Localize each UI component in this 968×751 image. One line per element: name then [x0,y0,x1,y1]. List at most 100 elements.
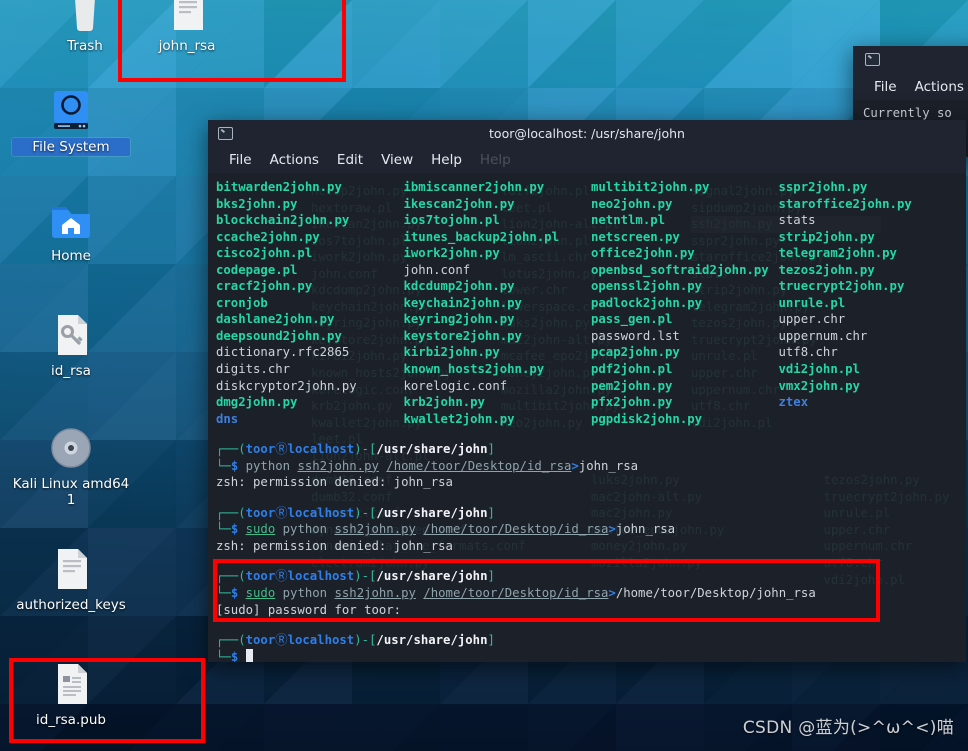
drive-icon [47,86,95,134]
menu-item-file[interactable]: File [865,77,906,97]
menu-item-actions[interactable]: Actions [906,77,968,97]
listing-entry: password.lst [591,328,680,343]
desktop-icon-label: Home [51,248,91,264]
desktop-icon-authorized-keys[interactable]: authorized_keys [12,545,130,613]
desktop-icon-john-rsa[interactable]: john_rsa [128,0,246,54]
command-token: /home/toor/Desktop/id_rsa [423,586,609,601]
desktop-icon-home[interactable]: Home [12,196,130,264]
listing-entry: office2john.py [591,246,695,261]
command-line[interactable]: └─$ sudo python ssh2john.py /home/toor/D… [216,585,966,602]
terminal-command-block: ┌──(toorⓇlocalhost)-[/usr/share/john] └─$… [208,505,966,555]
listing-entry: known_hosts2john.py [403,362,545,377]
command-input[interactable]: └─$ [216,648,966,662]
listing-entry: cronjob [216,295,268,310]
listing-entry: sspr2john.py [778,180,868,194]
terminal-icon [865,53,880,66]
menu-item-actions[interactable]: Actions [261,150,328,170]
listing-column: sspr2john.py staroffice2john.py stats strip… [779,179,967,427]
doc-file-icon [47,660,95,708]
desktop-icon-label: id_rsa.pub [36,712,106,728]
command-output: zsh: permission denied: john_rsa [216,538,453,553]
listing-entry: truecrypt2john.py [778,279,905,294]
secondary-titlebar[interactable] [853,46,968,73]
listing-entry: netntlm.pl [591,213,666,228]
text-file-icon [163,0,211,34]
terminal-output-area[interactable]: hccap2john.py hextoraw.pl ikescan2john.py i… [208,173,966,662]
listing-entry: kdcdump2john.py [403,279,515,294]
command-token: /home/toor/Desktop/id_rsa [386,458,572,473]
listing-entry: iwork2john.py [403,246,500,261]
listing-entry: pgpdisk2john.py [591,411,703,426]
command-token: > [571,458,579,473]
terminal-icon [218,126,233,140]
menu-item-file[interactable]: File [220,150,261,170]
command-line[interactable]: └─$ python ssh2john.py /home/toor/Deskto… [216,458,966,475]
command-token: python [282,586,328,601]
desktop-icon-id-rsa-pub[interactable]: id_rsa.pub [12,660,130,728]
listing-entry: vdi2john.pl [778,362,860,377]
listing-entry: cisco2john.pl [216,246,313,261]
command-token: > [608,522,616,537]
desktop-icon-file-system[interactable]: File System [12,86,130,156]
command-token: ssh2john.py [334,586,416,601]
listing-entry: cracf2john.py [216,279,313,294]
command-line[interactable]: └─$ sudo python ssh2john.py /home/toor/D… [216,521,966,538]
main-terminal-window[interactable]: toor@localhost: /usr/share/john File Act… [208,120,966,662]
desktop-icon-id-rsa[interactable]: id_rsa [12,311,130,379]
terminal-active-prompt[interactable]: ┌──(toorⓇlocalhost)-[/usr/share/john] └─$ [208,632,966,662]
listing-entry: krb2john.py [403,395,485,410]
command-token: john_rsa [615,522,676,537]
command-token: /home/toor/Desktop/id_rsa [423,522,609,537]
listing-entry: multibit2john.py [591,180,710,194]
home-icon [47,196,95,244]
desktop-icon-kali-linux-amd64-1[interactable]: Kali Linux amd64 1 [12,424,130,508]
desktop-icon-label: File System [12,138,130,156]
desktop-icon-trash[interactable]: Trash [26,0,144,54]
listing-entry: upper.chr [778,312,846,327]
listing-entry: stats [778,213,816,228]
listing-entry: ibmiscanner2john.py [403,180,545,194]
listing-entry: openbsd_softraid2john.py [591,262,769,277]
listing-entry: utf8.chr [778,345,838,360]
listing-entry: john.conf [403,262,471,277]
main-titlebar[interactable]: toor@localhost: /usr/share/john [208,120,966,146]
command-history: ┌──(toorⓇlocalhost)-[/usr/share/john] └─$… [208,441,966,662]
listing-entry: keychain2john.py [403,295,522,310]
menu-item-help[interactable]: Help [422,150,471,170]
prompt-line: ┌──(toorⓇlocalhost)-[/usr/share/john] [216,442,495,457]
key-file-icon [47,311,95,359]
command-token: python [245,458,291,473]
listing-entry: openssl2john.py [591,279,703,294]
listing-entry: tezos2john.py [778,262,875,277]
command-token: sudo [245,522,276,537]
trash-icon [61,0,109,34]
listing-entry: neo2john.py [591,196,673,211]
desktop-icon-label: id_rsa [51,363,91,379]
listing-entry: deepsound2john.py [216,328,342,343]
listing-entry: ikescan2john.py [403,196,515,211]
command-token: > [608,586,616,601]
menu-item-view[interactable]: View [372,150,422,170]
listing-entry: ztex [778,395,809,410]
command-token: /home/toor/Desktop/john_rsa [615,586,816,601]
listing-entry: blockchain2john.py [216,213,350,228]
menu-item-edit[interactable]: Edit [328,150,372,170]
listing-column: bitwarden2john.py bks2john.py blockchain2j… [216,179,404,427]
listing-entry: korelogic.conf [403,378,508,393]
listing-entry: ios7tojohn.pl [403,213,500,228]
command-token: john_rsa [578,458,639,473]
listing-entry: keystore2john.py [403,328,522,343]
terminal-command-block-highlighted: ┌──(toorⓇlocalhost)-[/usr/share/john] └─$… [208,568,966,618]
terminal-live-text: bitwarden2john.py bks2john.py blockchain2j… [208,173,966,662]
listing-entry: kirbi2john.py [403,345,500,360]
listing-entry: unrule.pl [778,295,846,310]
secondary-menubar[interactable]: File Actions [853,73,968,100]
listing-column: ibmiscanner2john.py ikescan2john.py ios7to… [404,179,592,427]
disc-icon [47,424,95,472]
listing-entry: digits.chr [216,362,291,377]
desktop-icon-label: Trash [67,38,103,54]
listing-entry: dictionary.rfc2865 [216,345,350,360]
listing-entry: ccache2john.py [216,229,320,244]
main-menubar[interactable]: File Actions Edit View Help Help [208,146,966,173]
listing-entry: dmg2john.py [216,395,298,410]
